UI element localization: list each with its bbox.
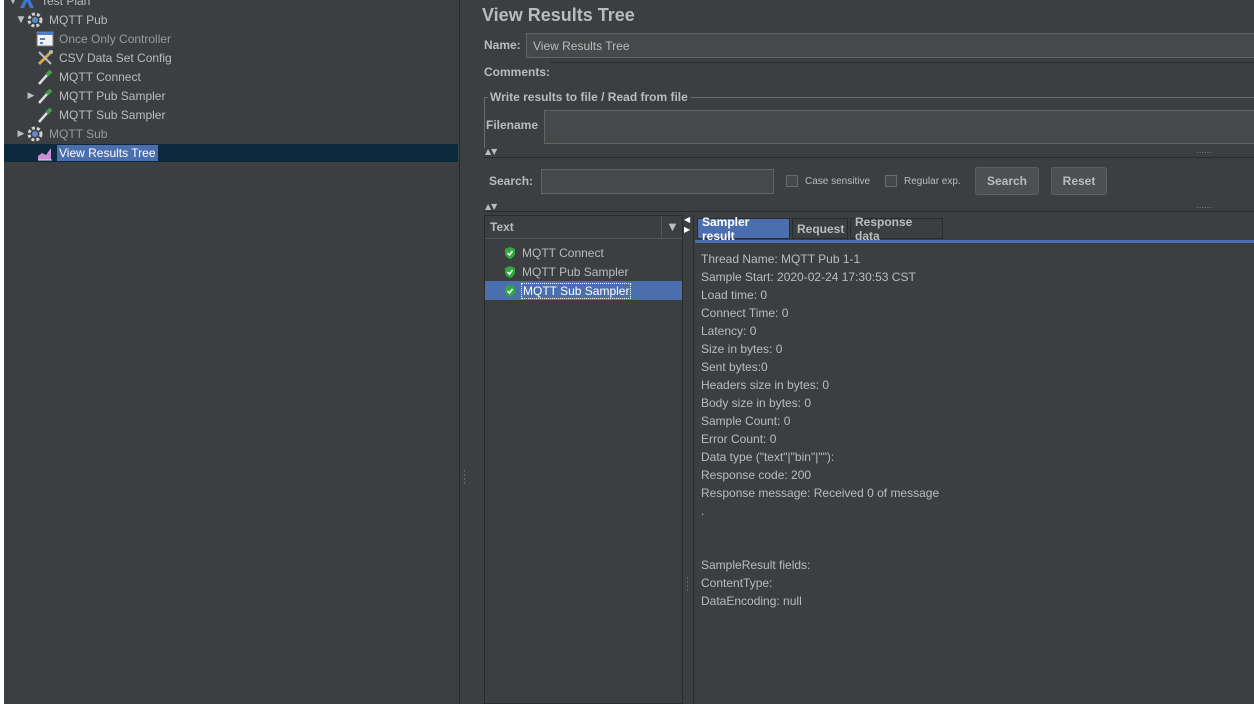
tree-item-test-plan[interactable]: ▼ Test Plan (8, 0, 92, 10)
grip-icon[interactable]: ⋯⋯ (1196, 148, 1212, 157)
tab-request[interactable]: Request (792, 218, 848, 239)
tree-item-label: View Results Tree (57, 144, 158, 161)
test-plan-tree: ▼ Test Plan ▼ MQTT Pub Once Only Control… (0, 0, 459, 704)
result-line: Body size in bytes: 0 (701, 396, 812, 410)
collapse-arrows-icon[interactable]: ▲▼ (485, 202, 497, 211)
case-sensitive-checkbox[interactable] (786, 175, 798, 187)
collapse-arrows-icon[interactable]: ◀ ▶ (684, 215, 690, 235)
tree-item-label: MQTT Pub Sampler (59, 88, 166, 103)
success-shield-icon (505, 246, 515, 259)
tree-item-mqtt-sub-sampler[interactable]: MQTT Sub Sampler (26, 105, 167, 124)
search-input[interactable] (541, 169, 774, 194)
result-line: Load time: 0 (701, 288, 768, 302)
tree-item-mqtt-pub[interactable]: ▼ MQTT Pub (16, 10, 109, 29)
sampler-pipette-icon (36, 106, 54, 124)
result-line: Sample Count: 0 (701, 414, 791, 428)
tree-item-label: MQTT Sub Sampler (59, 107, 166, 122)
expand-arrow-icon[interactable]: ▶ (16, 129, 26, 139)
controller-icon (36, 30, 54, 48)
tree-item-csv-data-set-config[interactable]: CSV Data Set Config (26, 48, 174, 67)
result-item-label: MQTT Pub Sampler (522, 264, 629, 279)
view-results-tree-panel: View Results Tree Name: View Results Tre… (472, 0, 1254, 704)
success-shield-icon (505, 265, 515, 278)
sampler-result-content: Thread Name: MQTT Pub 1-1 Sample Start: … (695, 244, 1254, 704)
tree-item-label: Test Plan (41, 0, 91, 8)
result-line: Error Count: 0 (701, 432, 777, 446)
result-line: Thread Name: MQTT Pub 1-1 (701, 252, 861, 266)
sampler-pipette-icon (36, 87, 54, 105)
tree-item-once-only-controller[interactable]: Once Only Controller (26, 29, 173, 48)
tree-item-mqtt-pub-sampler[interactable]: ▶ MQTT Pub Sampler (26, 86, 167, 105)
name-field[interactable]: View Results Tree (526, 33, 1254, 58)
case-sensitive-label: Case sensitive (805, 176, 871, 187)
comments-label: Comments: (484, 65, 551, 79)
tab-underline (695, 240, 1254, 243)
result-line: SampleResult fields: (701, 558, 811, 572)
regular-exp-checkbox[interactable] (885, 175, 897, 187)
search-button[interactable]: Search (975, 167, 1039, 195)
name-label: Name: (484, 38, 521, 52)
success-shield-icon (505, 284, 515, 297)
tree-item-mqtt-connect[interactable]: MQTT Connect (26, 67, 143, 86)
thread-group-gear-icon (26, 11, 44, 29)
tree-item-mqtt-sub[interactable]: ▶ MQTT Sub (16, 124, 109, 143)
result-line: Sample Start: 2020-02-24 17:30:53 CST (701, 270, 916, 284)
result-line: Latency: 0 (701, 324, 757, 338)
listener-chart-icon (36, 144, 54, 162)
results-splitter[interactable]: ◀ ▶ · · · · (683, 215, 694, 704)
tree-item-view-results-tree[interactable]: View Results Tree (26, 143, 158, 162)
panel-splitter[interactable]: · · · · (459, 0, 473, 704)
result-line: ContentType: (701, 576, 773, 590)
filename-input[interactable] (544, 110, 1254, 144)
result-line: Headers size in bytes: 0 (701, 378, 830, 392)
result-line: Connect Time: 0 (701, 306, 789, 320)
regular-exp-label: Regular exp. (904, 176, 961, 187)
result-item-mqtt-sub-sampler[interactable]: MQTT Sub Sampler (485, 281, 682, 300)
result-item-label: MQTT Sub Sampler (521, 282, 632, 299)
window-edge (0, 0, 4, 704)
tree-item-label: MQTT Connect (59, 69, 141, 84)
results-list-panel: Text ▼ MQTT Connect MQTT Pub Sampler MQT… (484, 215, 683, 704)
result-item-mqtt-connect[interactable]: MQTT Connect (503, 243, 700, 262)
result-line: Size in bytes: 0 (701, 342, 783, 356)
tree-item-label: MQTT Sub (49, 126, 108, 141)
result-item-mqtt-pub-sampler[interactable]: MQTT Pub Sampler (503, 262, 700, 281)
tab-sampler-result[interactable]: Sampler result (697, 215, 790, 243)
tab-response-data[interactable]: Response data (850, 215, 943, 243)
tree-item-label: Once Only Controller (59, 31, 172, 46)
write-results-legend: Write results to file / Read from file (488, 90, 690, 104)
comments-field[interactable] (550, 62, 1254, 84)
reset-button[interactable]: Reset (1051, 167, 1107, 195)
collapse-arrows-icon[interactable]: ▲▼ (485, 147, 497, 156)
expand-arrow-icon[interactable]: ▶ (26, 91, 36, 101)
test-plan-icon (18, 0, 36, 10)
result-line: Response message: Received 0 of message (701, 486, 940, 500)
dropdown-arrow-icon[interactable]: ▼ (661, 216, 683, 239)
result-line: Sent bytes:0 (701, 360, 768, 374)
thread-group-gear-icon (26, 125, 44, 143)
filename-label: Filename (486, 118, 539, 132)
expand-arrow-icon[interactable]: ▼ (8, 0, 18, 6)
renderer-select[interactable]: Text ▼ (485, 216, 682, 239)
sampler-pipette-icon (36, 68, 54, 86)
result-line: DataEncoding: null (701, 594, 802, 608)
tree-item-label: MQTT Pub (49, 12, 108, 27)
tree-item-label: CSV Data Set Config (59, 50, 172, 65)
config-tools-icon (36, 49, 54, 67)
result-line: Response code: 200 (701, 468, 812, 482)
page-title: View Results Tree (482, 5, 635, 25)
expand-arrow-icon[interactable]: ▼ (16, 15, 26, 25)
search-label: Search: (489, 174, 534, 188)
renderer-select-value: Text (490, 220, 514, 234)
result-line: Data type ("text"|"bin"|""): (701, 450, 835, 464)
result-line: . (701, 504, 705, 518)
result-item-label: MQTT Connect (522, 245, 604, 260)
